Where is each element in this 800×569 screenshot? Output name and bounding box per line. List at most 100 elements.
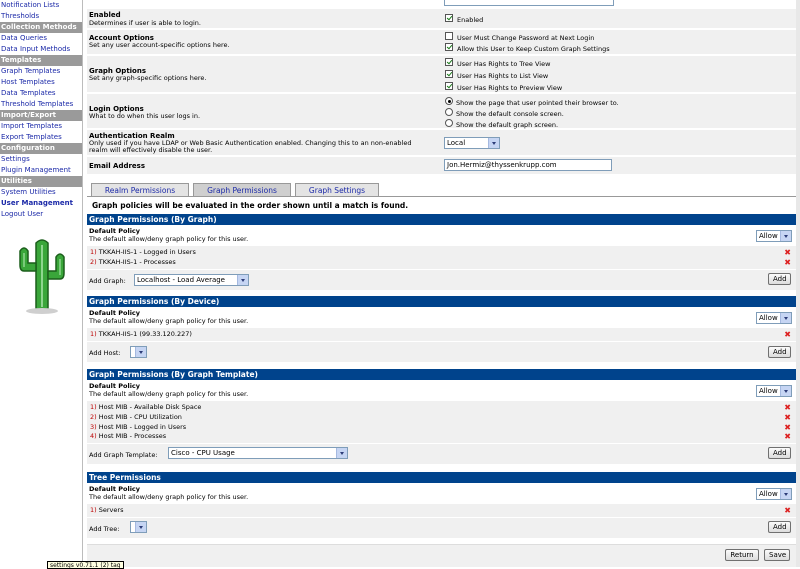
sidebar-divider — [82, 0, 83, 567]
tab-graph-settings[interactable]: Graph Settings — [295, 183, 379, 197]
tab-realm-permissions[interactable]: Realm Permissions — [91, 183, 189, 197]
policy-desc: The default allow/deny graph policy for … — [89, 493, 249, 501]
must-change-password-checkbox[interactable] — [445, 32, 453, 40]
sidebar-item-host-templates[interactable]: Host Templates — [0, 77, 82, 88]
add-row-by-template: Add Graph Template: Cisco - CPU Usage Ad… — [87, 444, 796, 464]
policy-title: Default Policy — [89, 227, 141, 235]
tree-view-checkbox[interactable] — [445, 58, 453, 66]
item-label: Servers — [98, 506, 124, 514]
list-item: 2) Host MIB - CPU Utilization ✖ — [87, 413, 796, 422]
add-template-select[interactable]: Cisco - CPU Usage — [168, 447, 348, 459]
save-button[interactable]: Save — [764, 549, 790, 561]
sidebar-item-export-templates[interactable]: Export Templates — [0, 132, 82, 143]
scrollbar[interactable] — [796, 0, 800, 567]
add-row-by-graph: Add Graph: Localhost - Load Average Add — [87, 270, 796, 290]
sidebar-item-threshold-templates[interactable]: Threshold Templates — [0, 99, 82, 110]
add-graph-select[interactable]: Localhost - Load Average — [134, 274, 249, 286]
sidebar-item-logout-user[interactable]: Logout User — [0, 209, 82, 220]
list-item: 2) TKKAH-IIS-1 - Processes ✖ — [87, 258, 796, 267]
policy-title: Default Policy — [89, 382, 141, 390]
login-console-radio[interactable] — [445, 108, 453, 116]
email-field[interactable]: Jon.Hermiz@thyssenkrupp.com — [444, 159, 612, 171]
auth-realm-select[interactable]: Local — [444, 137, 500, 149]
policy-title: Default Policy — [89, 485, 141, 493]
policy-title: Default Policy — [89, 309, 141, 317]
sidebar-item-data-input-methods[interactable]: Data Input Methods — [0, 44, 82, 55]
list-item: 1) Servers ✖ — [87, 506, 796, 515]
item-label: Host MIB - CPU Utilization — [98, 413, 182, 421]
add-tree-select[interactable] — [130, 521, 147, 533]
sidebar-item-import-templates[interactable]: Import Templates — [0, 121, 82, 132]
login-redirect-radio[interactable] — [445, 97, 453, 105]
add-template-button[interactable]: Add — [768, 447, 791, 459]
sidebar-item-data-queries[interactable]: Data Queries — [0, 33, 82, 44]
sidebar-item-graph-templates[interactable]: Graph Templates — [0, 66, 82, 77]
add-host-button[interactable]: Add — [768, 346, 791, 358]
login-options-desc: What to do when this user logs in. — [89, 112, 201, 120]
policy-select-tree[interactable]: Allow — [756, 488, 792, 500]
login-graph-radio[interactable] — [445, 119, 453, 127]
sidebar-item-notification-lists[interactable]: Notification Lists — [0, 0, 82, 11]
chevron-down-icon — [336, 448, 347, 458]
list-item: 4) Host MIB - Processes ✖ — [87, 432, 796, 441]
tree-view-label: User Has Rights to Tree View — [457, 60, 551, 68]
sidebar-item-plugin-management[interactable]: Plugin Management — [0, 165, 82, 176]
item-number: 2) — [90, 413, 97, 421]
preview-view-label: User Has Rights to Preview View — [457, 84, 563, 92]
delete-icon[interactable]: ✖ — [784, 432, 791, 441]
account-options-row: Account Options Set any user account-spe… — [87, 30, 796, 55]
item-label: Host MIB - Processes — [98, 432, 167, 440]
graph-options-row: Graph Options Set any graph-specific opt… — [87, 56, 796, 93]
enabled-checkbox[interactable] — [445, 14, 453, 22]
policy-value: Allow — [759, 232, 778, 240]
item-number: 4) — [90, 432, 97, 440]
sidebar-item-settings[interactable]: Settings — [0, 154, 82, 165]
sidebar-item-thresholds[interactable]: Thresholds — [0, 11, 82, 22]
item-label: Host MIB - Logged in Users — [98, 423, 187, 431]
add-tree-button[interactable]: Add — [768, 521, 791, 533]
partial-top-field[interactable] — [444, 0, 614, 6]
sidebar-menu: Notification Lists Thresholds Collection M… — [0, 0, 82, 220]
policy-row-by-graph: Default Policy The default allow/deny gr… — [87, 225, 796, 245]
login-options-row: Login Options What to do when this user … — [87, 94, 796, 129]
return-button[interactable]: Return — [725, 549, 759, 561]
sidebar-header-utilities: Utilities — [0, 176, 82, 187]
delete-icon[interactable]: ✖ — [784, 403, 791, 412]
policy-select-by-template[interactable]: Allow — [756, 385, 792, 397]
add-graph-value: Localhost - Load Average — [137, 276, 225, 284]
account-options-desc: Set any user account-specific options he… — [89, 41, 230, 49]
auth-realm-value: Local — [447, 139, 466, 147]
chevron-down-icon — [780, 386, 791, 396]
chevron-down-icon — [780, 231, 791, 241]
delete-icon[interactable]: ✖ — [784, 330, 791, 339]
preview-view-checkbox[interactable] — [445, 82, 453, 90]
delete-icon[interactable]: ✖ — [784, 506, 791, 515]
delete-icon[interactable]: ✖ — [784, 258, 791, 267]
add-host-label: Add Host: — [89, 349, 121, 357]
items-tree: 1) Servers ✖ — [87, 504, 796, 517]
sidebar-item-user-management[interactable]: User Management — [0, 198, 82, 209]
email-row: Email Address Jon.Hermiz@thyssenkrupp.co… — [87, 157, 796, 175]
chevron-down-icon — [488, 138, 499, 148]
add-host-select[interactable] — [130, 346, 147, 358]
policy-select-by-graph[interactable]: Allow — [756, 230, 792, 242]
delete-icon[interactable]: ✖ — [784, 248, 791, 257]
sidebar-item-data-templates[interactable]: Data Templates — [0, 88, 82, 99]
policy-row-by-template: Default Policy The default allow/deny gr… — [87, 380, 796, 400]
add-graph-label: Add Graph: — [89, 277, 126, 285]
tab-graph-permissions[interactable]: Graph Permissions — [193, 183, 291, 197]
section-header-by-graph: Graph Permissions (By Graph) — [87, 214, 796, 225]
add-template-label: Add Graph Template: — [89, 451, 158, 459]
delete-icon[interactable]: ✖ — [784, 423, 791, 432]
item-number: 1) — [90, 403, 97, 411]
delete-icon[interactable]: ✖ — [784, 413, 791, 422]
section-header-tree: Tree Permissions — [87, 472, 796, 483]
sidebar-item-system-utilities[interactable]: System Utilities — [0, 187, 82, 198]
keep-graph-settings-checkbox[interactable] — [445, 43, 453, 51]
status-tooltip: settings v0.71.1 (2) tag — [47, 561, 124, 569]
item-number: 2) — [90, 258, 97, 266]
add-graph-button[interactable]: Add — [768, 273, 791, 285]
section-header-by-device: Graph Permissions (By Device) — [87, 296, 796, 307]
policy-select-by-device[interactable]: Allow — [756, 312, 792, 324]
list-view-checkbox[interactable] — [445, 70, 453, 78]
